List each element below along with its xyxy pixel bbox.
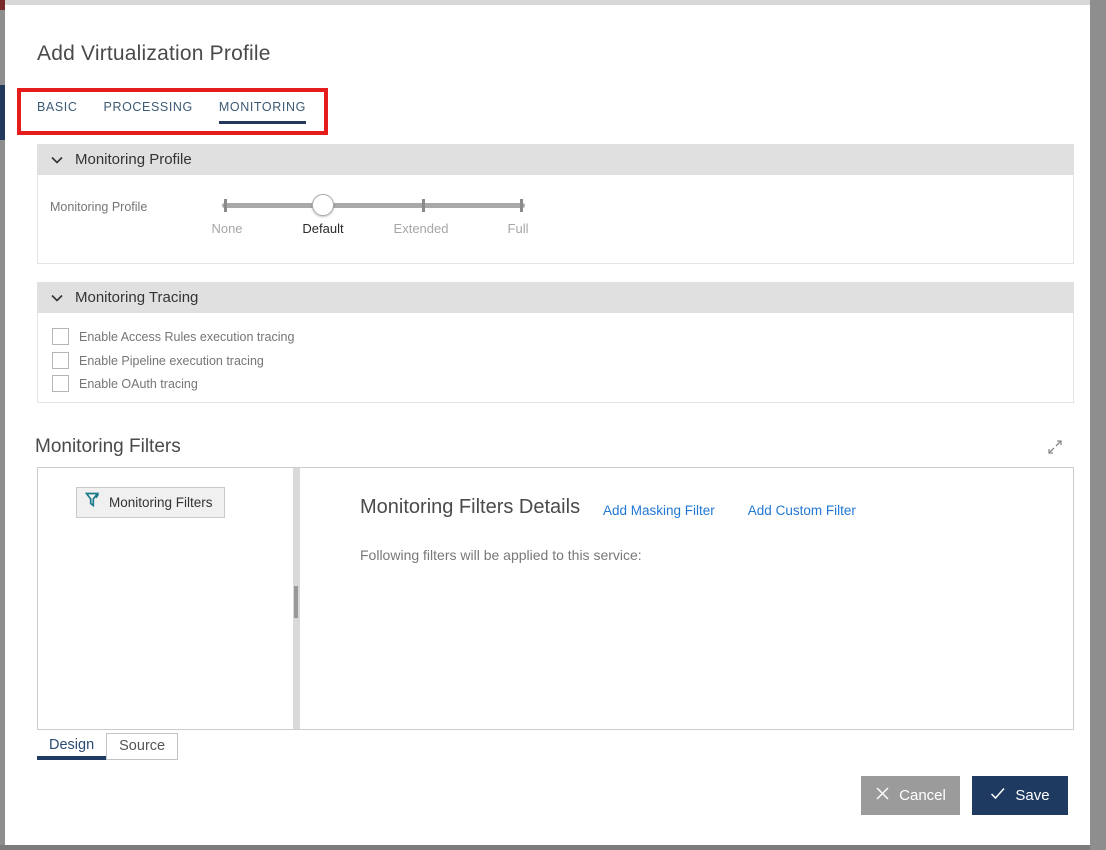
monitoring-filters-tree-node[interactable]: Monitoring Filters [76, 487, 225, 518]
section-title: Monitoring Tracing [75, 289, 198, 306]
page-edge-bottom [0, 845, 1090, 850]
checkbox-row-pipeline: Enable Pipeline execution tracing [52, 352, 264, 369]
monitoring-profile-field-label: Monitoring Profile [50, 200, 147, 214]
page-edge-top [0, 0, 1106, 5]
cancel-button-label: Cancel [899, 787, 946, 804]
checkbox-label: Enable Access Rules execution tracing [79, 330, 294, 344]
checkmark-icon [990, 787, 1006, 804]
slider-label-none: None [211, 221, 242, 236]
expand-diagonal-icon[interactable] [1046, 438, 1064, 456]
monitoring-tracing-section-header[interactable]: Monitoring Tracing [37, 282, 1074, 313]
monitoring-filters-panel: Monitoring Filters Monitoring Filters De… [37, 467, 1074, 730]
pane-splitter[interactable] [293, 468, 300, 729]
splitter-drag-handle[interactable] [294, 586, 298, 618]
monitoring-profile-slider: None Default Extended Full [222, 190, 525, 240]
editor-view-tabs: Design Source [37, 733, 178, 760]
page-edge-left-red-fragment [0, 0, 5, 10]
slider-thumb[interactable] [312, 194, 334, 216]
details-links: Add Masking Filter Add Custom Filter [603, 503, 856, 518]
close-x-icon [875, 786, 890, 805]
access-rules-tracing-checkbox[interactable] [52, 328, 69, 345]
filter-funnel-icon [85, 492, 102, 513]
chevron-down-icon [50, 291, 64, 305]
save-button[interactable]: Save [972, 776, 1068, 815]
slider-tick-full [520, 199, 523, 212]
slider-track[interactable] [222, 203, 525, 208]
add-custom-filter-link[interactable]: Add Custom Filter [748, 503, 856, 518]
dialog-title: Add Virtualization Profile [37, 42, 271, 66]
slider-tick-none [224, 199, 227, 212]
tree-node-label: Monitoring Filters [109, 495, 213, 510]
page-edge-left-navy-fragment [0, 85, 5, 140]
slider-tick-extended [422, 199, 425, 212]
monitoring-profile-section-header[interactable]: Monitoring Profile [37, 144, 1074, 175]
modal-dialog: Add Virtualization Profile BASIC PROCESS… [0, 0, 1106, 850]
chevron-down-icon [50, 153, 64, 167]
checkbox-label: Enable Pipeline execution tracing [79, 354, 264, 368]
slider-label-full: Full [508, 221, 529, 236]
details-description: Following filters will be applied to thi… [360, 547, 642, 563]
slider-label-extended: Extended [394, 221, 449, 236]
section-title: Monitoring Profile [75, 151, 192, 168]
oauth-tracing-checkbox[interactable] [52, 375, 69, 392]
monitoring-filters-title: Monitoring Filters [35, 436, 181, 458]
filters-details-pane: Monitoring Filters Details Add Masking F… [300, 468, 1073, 729]
page-edge-right-scroll-area [1090, 0, 1106, 850]
checkbox-row-oauth: Enable OAuth tracing [52, 375, 198, 392]
tab-processing[interactable]: PROCESSING [104, 100, 193, 124]
pipeline-tracing-checkbox[interactable] [52, 352, 69, 369]
save-button-label: Save [1015, 787, 1049, 804]
tab-basic[interactable]: BASIC [37, 100, 78, 124]
details-heading: Monitoring Filters Details [360, 496, 580, 519]
checkbox-row-access-rules: Enable Access Rules execution tracing [52, 328, 294, 345]
dialog-tabs: BASIC PROCESSING MONITORING [37, 100, 306, 124]
cancel-button[interactable]: Cancel [861, 776, 960, 815]
page-edge-left [0, 0, 5, 845]
slider-label-default: Default [302, 221, 343, 236]
add-masking-filter-link[interactable]: Add Masking Filter [603, 503, 715, 518]
tab-design[interactable]: Design [37, 733, 106, 760]
tab-monitoring[interactable]: MONITORING [219, 100, 306, 124]
checkbox-label: Enable OAuth tracing [79, 377, 198, 391]
tab-source[interactable]: Source [106, 733, 178, 760]
monitoring-profile-section-body [37, 175, 1074, 264]
filters-tree-pane: Monitoring Filters [38, 468, 293, 729]
